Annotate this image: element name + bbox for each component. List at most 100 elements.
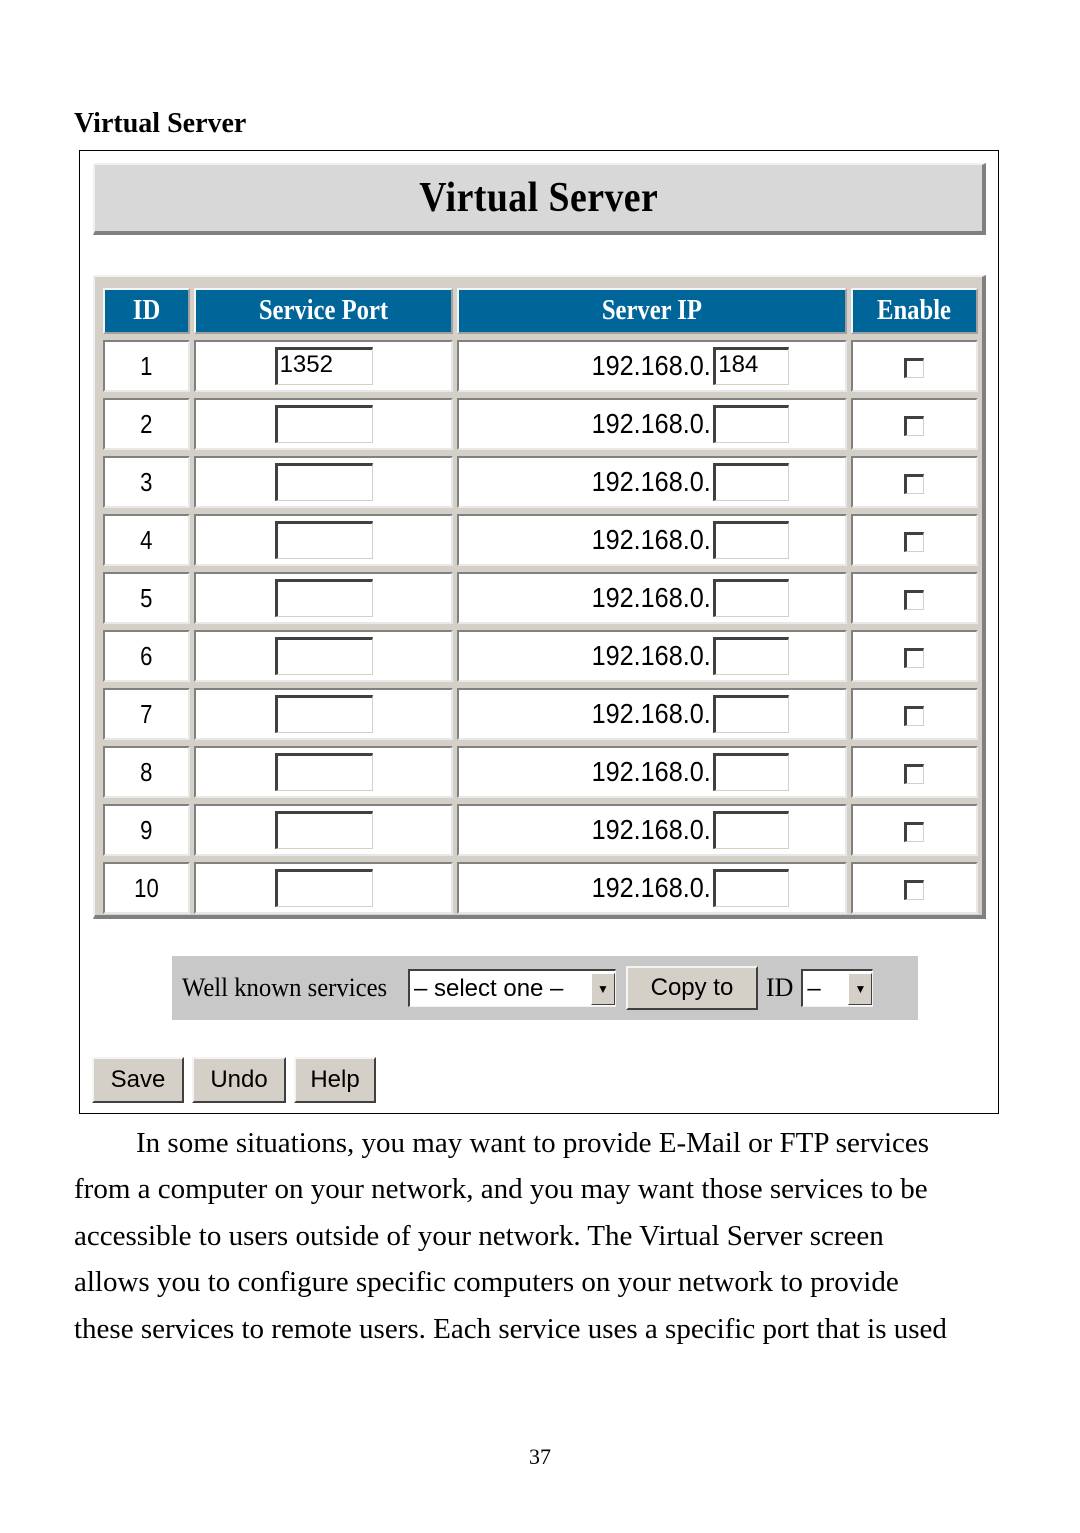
row-id-cell: 10 bbox=[103, 862, 190, 914]
enable-cell bbox=[850, 862, 978, 914]
row-id: 8 bbox=[140, 756, 153, 787]
server-ip-input[interactable] bbox=[713, 463, 790, 501]
well-known-services-label: Well known services bbox=[182, 973, 388, 1002]
save-button[interactable]: Save bbox=[92, 1057, 184, 1103]
table-row: 9 192.168.0. bbox=[103, 804, 978, 856]
ip-prefix: 192.168.0. bbox=[591, 350, 711, 381]
service-port-input[interactable] bbox=[274, 405, 373, 443]
paragraph-line: allows you to configure specific compute… bbox=[74, 1266, 899, 1299]
enable-checkbox[interactable] bbox=[904, 415, 925, 436]
section-heading: Virtual Server bbox=[74, 108, 247, 139]
service-port-input[interactable] bbox=[274, 579, 373, 617]
table-row: 3 192.168.0. bbox=[103, 456, 978, 508]
help-button[interactable]: Help bbox=[294, 1057, 376, 1103]
table-row: 7 192.168.0. bbox=[103, 688, 978, 740]
server-ip-cell: 192.168.0. bbox=[457, 514, 847, 566]
server-ip-input[interactable]: 184 bbox=[713, 347, 790, 385]
service-port-cell bbox=[193, 456, 454, 508]
server-ip-input[interactable] bbox=[713, 811, 790, 849]
panel-title-bar: Virtual Server bbox=[93, 163, 986, 235]
row-id-cell: 8 bbox=[103, 746, 190, 798]
copy-to-button[interactable]: Copy to bbox=[625, 966, 758, 1010]
server-ip-input[interactable] bbox=[713, 637, 790, 675]
enable-checkbox[interactable] bbox=[904, 763, 925, 784]
enable-checkbox[interactable] bbox=[904, 357, 925, 378]
table-row: 4 192.168.0. bbox=[103, 514, 978, 566]
row-id: 1 bbox=[140, 350, 153, 381]
enable-checkbox[interactable] bbox=[904, 879, 925, 900]
server-ip-input[interactable] bbox=[713, 521, 790, 559]
enable-checkbox[interactable] bbox=[904, 647, 925, 668]
service-port-input[interactable] bbox=[274, 695, 373, 733]
ip-prefix: 192.168.0. bbox=[591, 814, 711, 845]
server-ip-input[interactable] bbox=[713, 695, 790, 733]
ip-prefix: 192.168.0. bbox=[591, 408, 711, 439]
server-ip-cell: 192.168.0. bbox=[457, 398, 847, 450]
server-ip-cell: 192.168.0. bbox=[457, 688, 847, 740]
undo-button[interactable]: Undo bbox=[192, 1057, 286, 1103]
panel-title: Virtual Server bbox=[419, 175, 658, 221]
row-id-cell: 4 bbox=[103, 514, 190, 566]
enable-checkbox[interactable] bbox=[904, 473, 925, 494]
server-ip-input[interactable] bbox=[713, 869, 790, 907]
enable-cell bbox=[850, 340, 978, 392]
enable-cell bbox=[850, 688, 978, 740]
row-id-cell: 3 bbox=[103, 456, 190, 508]
server-ip-input[interactable] bbox=[713, 753, 790, 791]
server-ip-input[interactable] bbox=[713, 405, 790, 443]
enable-cell bbox=[850, 398, 978, 450]
row-id: 3 bbox=[140, 466, 153, 497]
column-header-service-port: Service Port bbox=[193, 288, 454, 334]
action-buttons: Save Undo Help bbox=[92, 1057, 376, 1103]
row-id-cell: 9 bbox=[103, 804, 190, 856]
body-paragraph: In some situations, you may want to prov… bbox=[74, 1120, 1014, 1352]
server-ip-input[interactable] bbox=[713, 579, 790, 617]
enable-cell bbox=[850, 630, 978, 682]
well-known-services-bar: Well known services – select one – ▼ Cop… bbox=[172, 956, 918, 1020]
row-id: 2 bbox=[140, 408, 153, 439]
enable-checkbox[interactable] bbox=[904, 705, 925, 726]
table-row: 10 192.168.0. bbox=[103, 862, 978, 914]
enable-cell bbox=[850, 746, 978, 798]
target-id-select[interactable]: – ▼ bbox=[801, 969, 874, 1007]
service-port-cell: 1352 bbox=[193, 340, 454, 392]
service-port-input[interactable] bbox=[274, 521, 373, 559]
enable-cell bbox=[850, 514, 978, 566]
enable-cell bbox=[850, 804, 978, 856]
well-known-services-select[interactable]: – select one – ▼ bbox=[407, 969, 616, 1007]
service-port-input[interactable] bbox=[274, 463, 373, 501]
row-id-cell: 2 bbox=[103, 398, 190, 450]
row-id: 10 bbox=[134, 872, 159, 903]
chevron-down-icon[interactable]: ▼ bbox=[848, 972, 873, 1005]
enable-checkbox[interactable] bbox=[904, 531, 925, 552]
enable-checkbox[interactable] bbox=[904, 821, 925, 842]
row-id: 6 bbox=[140, 640, 153, 671]
row-id-cell: 7 bbox=[103, 688, 190, 740]
paragraph-line: from a computer on your network, and you… bbox=[74, 1173, 928, 1206]
service-port-cell bbox=[193, 572, 454, 624]
service-port-input[interactable] bbox=[274, 811, 373, 849]
row-id-cell: 1 bbox=[103, 340, 190, 392]
service-port-cell bbox=[193, 746, 454, 798]
column-header-enable: Enable bbox=[850, 288, 978, 334]
paragraph-line: accessible to users outside of your netw… bbox=[74, 1219, 884, 1252]
service-port-input[interactable]: 1352 bbox=[274, 347, 373, 385]
server-ip-cell: 192.168.0. 184 bbox=[457, 340, 847, 392]
server-ip-cell: 192.168.0. bbox=[457, 630, 847, 682]
server-ip-cell: 192.168.0. bbox=[457, 746, 847, 798]
service-port-cell bbox=[193, 514, 454, 566]
service-port-input[interactable] bbox=[274, 869, 373, 907]
ip-prefix: 192.168.0. bbox=[591, 466, 711, 497]
row-id-cell: 5 bbox=[103, 572, 190, 624]
service-port-input[interactable] bbox=[274, 753, 373, 791]
ip-prefix: 192.168.0. bbox=[591, 524, 711, 555]
screenshot-frame: Virtual Server ID Service Port Server IP… bbox=[79, 150, 999, 1114]
table-row: 5 192.168.0. bbox=[103, 572, 978, 624]
table-row: 2 192.168.0. bbox=[103, 398, 978, 450]
server-ip-cell: 192.168.0. bbox=[457, 804, 847, 856]
chevron-down-icon[interactable]: ▼ bbox=[590, 972, 615, 1005]
service-port-input[interactable] bbox=[274, 637, 373, 675]
enable-checkbox[interactable] bbox=[904, 589, 925, 610]
server-ip-cell: 192.168.0. bbox=[457, 572, 847, 624]
row-id: 7 bbox=[140, 698, 153, 729]
